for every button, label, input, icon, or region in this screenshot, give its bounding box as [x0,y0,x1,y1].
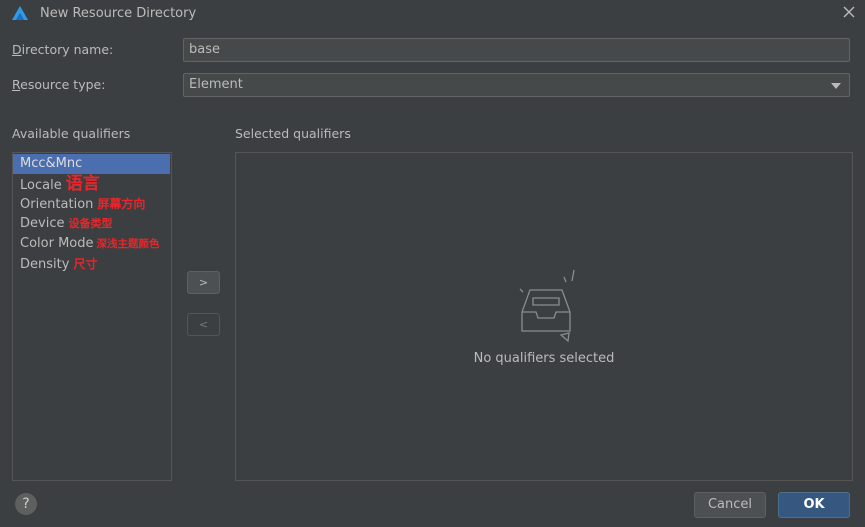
qualifier-label: Color Mode [20,236,94,251]
deveco-logo-icon [12,6,28,20]
selected-qualifiers-label: Selected qualifiers [235,126,351,141]
qualifier-item-locale[interactable]: Locale 语言 [13,174,170,194]
available-qualifiers-label: Available qualifiers [12,126,131,141]
selected-qualifiers-panel[interactable]: No qualifiers selected [235,152,853,481]
qualifier-annotation: 深浅主题颜色 [96,238,160,250]
qualifier-annotation: 设备类型 [68,217,113,230]
resource-type-label: Resource type: [12,77,106,92]
ok-button[interactable]: OK [778,492,850,518]
qualifier-item-device[interactable]: Device 设备类型 [13,214,170,234]
qualifier-label: Density [20,257,70,272]
cancel-button[interactable]: Cancel [694,492,766,518]
resource-type-value: Element [189,77,243,92]
available-qualifiers-list[interactable]: Mcc&Mnc Locale 语言 Orientation 屏幕方向 Device 设… [12,152,172,481]
dialog-title: New Resource Directory [40,6,197,21]
directory-name-value: base [189,42,220,57]
add-qualifier-button[interactable]: > [187,271,220,294]
chevron-down-icon [831,83,841,89]
qualifier-label: Mcc&Mnc [20,156,83,171]
remove-qualifier-button[interactable]: < [187,313,220,336]
qualifier-item-orientation[interactable]: Orientation 屏幕方向 [13,194,170,214]
directory-name-label: Directory name: [12,42,114,57]
resource-type-select[interactable]: Element [183,73,850,97]
qualifier-item-mcc-mnc[interactable]: Mcc&Mnc [13,154,170,174]
qualifier-item-color-mode[interactable]: Color Mode 深浅主题颜色 [13,234,170,254]
qualifier-label: Orientation [20,197,94,212]
close-icon[interactable] [842,5,856,19]
empty-inbox-icon [519,269,575,343]
empty-state-text: No qualifiers selected [473,351,615,366]
qualifier-annotation: 语言 [65,174,100,194]
qualifier-item-density[interactable]: Density 尺寸 [13,254,170,274]
title-bar: New Resource Directory [0,0,865,28]
qualifier-label: Locale [20,178,62,193]
help-icon[interactable]: ? [15,493,37,515]
qualifier-annotation: 尺寸 [73,257,98,271]
qualifier-label: Device [20,216,65,231]
directory-name-input[interactable]: base [183,38,850,62]
qualifier-annotation: 屏幕方向 [97,197,146,211]
